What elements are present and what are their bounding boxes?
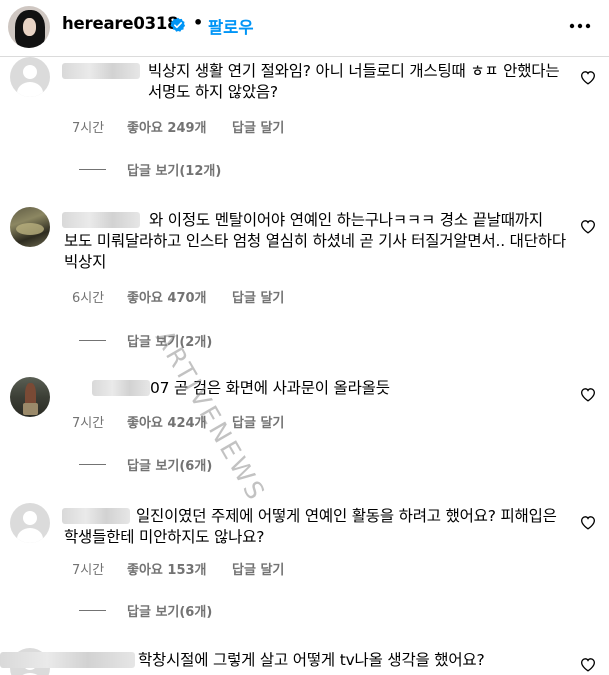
view-replies-label: 답글 보기(6개) bbox=[127, 605, 213, 620]
header-divider bbox=[0, 56, 609, 57]
reply-button[interactable]: 답글 달기 bbox=[232, 559, 284, 578]
like-heart-icon[interactable] bbox=[580, 657, 596, 672]
comment-text: 빅상지 생활 연기 절와임? 아니 너들로디 개스팅때 ㅎㅍ 안했다는 서명도 … bbox=[148, 62, 560, 101]
view-replies-button[interactable]: 답글 보기(6개) bbox=[79, 455, 239, 474]
redacted-username bbox=[62, 63, 140, 79]
comment-time: 7시간 bbox=[72, 563, 105, 578]
comment-text: 일진이였던 주제에 어떻게 연예인 활동을 하려고 했어요? 피해입은 학생들한… bbox=[64, 507, 557, 546]
likes-count[interactable]: 좋아요 470개 bbox=[127, 287, 207, 306]
replies-line bbox=[79, 464, 106, 465]
username[interactable]: hereare0318 bbox=[62, 14, 179, 33]
replies-line bbox=[79, 610, 106, 611]
redacted-username bbox=[0, 652, 135, 668]
comment-time: 7시간 bbox=[72, 121, 105, 136]
more-options-icon[interactable] bbox=[566, 16, 594, 36]
post-header: hereare0318 • 팔로우 bbox=[0, 0, 609, 56]
commenter-avatar[interactable] bbox=[10, 207, 50, 247]
replies-line bbox=[79, 169, 106, 170]
separator-dot: • bbox=[193, 13, 204, 32]
commenter-avatar[interactable] bbox=[10, 57, 50, 97]
like-heart-icon[interactable] bbox=[580, 515, 596, 530]
replies-line bbox=[79, 340, 106, 341]
comment-text: 학창시절에 그렇게 살고 어떻게 tv나올 생각을 했어요? bbox=[138, 651, 485, 669]
view-replies-button[interactable]: 답글 보기(6개) bbox=[79, 601, 239, 620]
like-heart-icon[interactable] bbox=[580, 219, 596, 234]
reply-button[interactable]: 답글 달기 bbox=[232, 287, 284, 306]
reply-button[interactable]: 답글 달기 bbox=[232, 117, 284, 136]
comment-text: 와 이정도 멘탈이어야 연예인 하는구나ㅋㅋㅋ 경소 끝날때까지 보도 미뤄달라… bbox=[64, 211, 566, 271]
commenter-avatar[interactable] bbox=[10, 377, 50, 417]
like-heart-icon[interactable] bbox=[580, 387, 596, 402]
redacted-username bbox=[92, 380, 150, 396]
comment-time: 7시간 bbox=[72, 416, 105, 431]
verified-badge-icon bbox=[170, 17, 186, 32]
reply-button[interactable]: 답글 달기 bbox=[232, 412, 284, 431]
likes-count[interactable]: 좋아요 249개 bbox=[127, 117, 207, 136]
view-replies-label: 답글 보기(12개) bbox=[127, 164, 222, 179]
follow-button[interactable]: 팔로우 bbox=[208, 14, 254, 38]
like-heart-icon[interactable] bbox=[580, 70, 596, 85]
view-replies-label: 답글 보기(6개) bbox=[127, 459, 213, 474]
likes-count[interactable]: 좋아요 153개 bbox=[127, 559, 207, 578]
view-replies-button[interactable]: 답글 보기(12개) bbox=[79, 160, 239, 179]
profile-avatar[interactable] bbox=[8, 6, 50, 48]
commenter-avatar[interactable] bbox=[10, 503, 50, 543]
comment-time: 6시간 bbox=[72, 291, 105, 306]
